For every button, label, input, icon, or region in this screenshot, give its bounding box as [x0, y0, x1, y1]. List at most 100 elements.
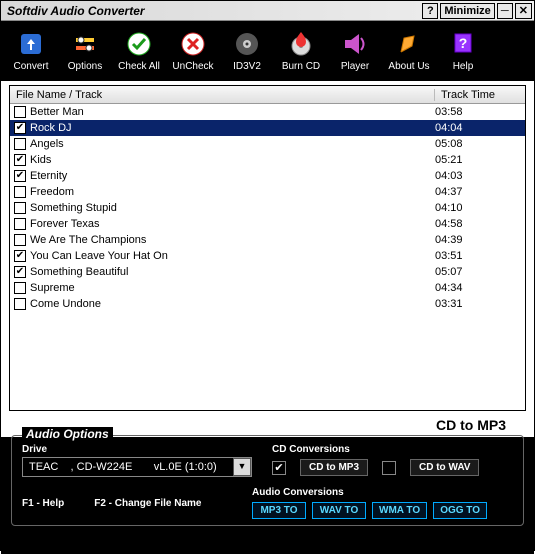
uncheck-button[interactable]: UnCheck: [167, 28, 219, 74]
track-name: Something Beautiful: [30, 266, 435, 278]
track-name: You Can Leave Your Hat On: [30, 250, 435, 262]
track-row[interactable]: ✔ Kids05:21: [10, 152, 525, 168]
track-row[interactable]: Supreme04:34: [10, 280, 525, 296]
track-row[interactable]: Freedom04:37: [10, 184, 525, 200]
help-button[interactable]: ? Help: [437, 28, 489, 74]
checkall-icon: [125, 30, 153, 58]
column-header-time[interactable]: Track Time: [435, 89, 525, 101]
burncd-button[interactable]: Burn CD: [275, 28, 327, 74]
track-list: File Name / Track Track Time Better Man0…: [9, 85, 526, 411]
track-checkbox[interactable]: ✔: [14, 154, 26, 166]
options-button[interactable]: Options: [59, 28, 111, 74]
track-time: 05:08: [435, 138, 525, 150]
uncheck-icon: [179, 30, 207, 58]
track-name: Eternity: [30, 170, 435, 182]
track-name: Better Man: [30, 106, 435, 118]
track-row[interactable]: We Are The Champions04:39: [10, 232, 525, 248]
mp3-to-button[interactable]: MP3 TO: [252, 502, 306, 519]
minimize-button[interactable]: Minimize: [440, 3, 494, 19]
track-checkbox[interactable]: [14, 106, 26, 118]
wma-to-button[interactable]: WMA TO: [372, 502, 427, 519]
track-time: 04:03: [435, 170, 525, 182]
drive-dropdown-button[interactable]: ▼: [233, 458, 251, 476]
toolbar: Convert Options Check All UnCheck ID3V2 Burn …: [1, 21, 534, 81]
track-time: 04:10: [435, 202, 525, 214]
player-label: Player: [341, 61, 369, 72]
track-row[interactable]: Angels05:08: [10, 136, 525, 152]
track-time: 04:39: [435, 234, 525, 246]
track-row[interactable]: Come Undone03:31: [10, 296, 525, 312]
wav-to-button[interactable]: WAV TO: [312, 502, 366, 519]
track-checkbox[interactable]: [14, 282, 26, 294]
track-name: Angels: [30, 138, 435, 150]
track-time: 04:34: [435, 282, 525, 294]
checkall-label: Check All: [118, 61, 160, 72]
aboutus-button[interactable]: About Us: [383, 28, 435, 74]
hint-f2: F2 - Change File Name: [94, 498, 201, 509]
track-checkbox[interactable]: ✔: [14, 170, 26, 182]
track-checkbox[interactable]: ✔: [14, 122, 26, 134]
track-time: 03:58: [435, 106, 525, 118]
ogg-to-button[interactable]: OGG TO: [433, 502, 487, 519]
restore-button[interactable]: ─: [497, 3, 513, 19]
track-row[interactable]: Something Stupid04:10: [10, 200, 525, 216]
track-checkbox[interactable]: [14, 218, 26, 230]
track-row[interactable]: ✔ Eternity04:03: [10, 168, 525, 184]
track-time: 04:04: [435, 122, 525, 134]
audio-conversions-label: Audio Conversions: [252, 487, 513, 498]
options-label: Options: [68, 61, 102, 72]
track-checkbox[interactable]: [14, 202, 26, 214]
track-name: Forever Texas: [30, 218, 435, 230]
track-time: 04:58: [435, 218, 525, 230]
convert-button[interactable]: Convert: [5, 28, 57, 74]
help-titlebar-button[interactable]: ?: [422, 3, 438, 19]
audio-options-title: Audio Options: [22, 427, 113, 441]
track-checkbox[interactable]: ✔: [14, 266, 26, 278]
cd-to-mp3-checkbox[interactable]: ✔: [272, 461, 286, 475]
track-checkbox[interactable]: ✔: [14, 250, 26, 262]
track-name: Come Undone: [30, 298, 435, 310]
track-checkbox[interactable]: [14, 298, 26, 310]
cd-to-wav-button[interactable]: CD to WAV: [410, 459, 479, 476]
id3v2-button[interactable]: ID3V2: [221, 28, 273, 74]
svg-text:?: ?: [459, 35, 468, 51]
player-button[interactable]: Player: [329, 28, 381, 74]
list-body: Better Man03:58✔Rock DJ04:04Angels05:08✔…: [10, 104, 525, 410]
audio-conversions-block: Audio Conversions MP3 TO WAV TO WMA TO OGG …: [252, 487, 513, 519]
aboutus-label: About Us: [388, 61, 429, 72]
titlebar: Softdiv Audio Converter ? Minimize ─ ✕: [1, 1, 534, 21]
window-title: Softdiv Audio Converter: [3, 4, 420, 18]
drive-block: Drive TEAC , CD-W224E vL.0E (1:0:0) ▼: [22, 444, 252, 477]
options-icon: [71, 30, 99, 58]
help-label: Help: [453, 61, 474, 72]
track-row[interactable]: Better Man03:58: [10, 104, 525, 120]
player-icon: [341, 30, 369, 58]
track-name: We Are The Champions: [30, 234, 435, 246]
drive-label: Drive: [22, 444, 252, 455]
track-time: 03:51: [435, 250, 525, 262]
track-checkbox[interactable]: [14, 138, 26, 150]
track-name: Kids: [30, 154, 435, 166]
burncd-icon: [287, 30, 315, 58]
help-icon: ?: [449, 30, 477, 58]
audio-options-panel: Audio Options Drive TEAC , CD-W224E vL.0…: [1, 437, 534, 554]
track-row[interactable]: ✔Rock DJ04:04: [10, 120, 525, 136]
track-time: 05:07: [435, 266, 525, 278]
track-row[interactable]: Forever Texas04:58: [10, 216, 525, 232]
convert-label: Convert: [13, 61, 48, 72]
track-row[interactable]: ✔ Something Beautiful05:07: [10, 264, 525, 280]
track-time: 05:21: [435, 154, 525, 166]
cd-to-wav-checkbox[interactable]: [382, 461, 396, 475]
close-button[interactable]: ✕: [515, 3, 532, 19]
column-header-name[interactable]: File Name / Track: [10, 89, 435, 101]
track-name: Freedom: [30, 186, 435, 198]
cd-to-mp3-button[interactable]: CD to MP3: [300, 459, 368, 476]
checkall-button[interactable]: Check All: [113, 28, 165, 74]
id3v2-label: ID3V2: [233, 61, 261, 72]
drive-select-value: TEAC , CD-W224E vL.0E (1:0:0): [23, 461, 233, 473]
track-checkbox[interactable]: [14, 234, 26, 246]
list-header: File Name / Track Track Time: [10, 86, 525, 104]
track-checkbox[interactable]: [14, 186, 26, 198]
drive-select[interactable]: TEAC , CD-W224E vL.0E (1:0:0) ▼: [22, 457, 252, 477]
track-row[interactable]: ✔ You Can Leave Your Hat On03:51: [10, 248, 525, 264]
